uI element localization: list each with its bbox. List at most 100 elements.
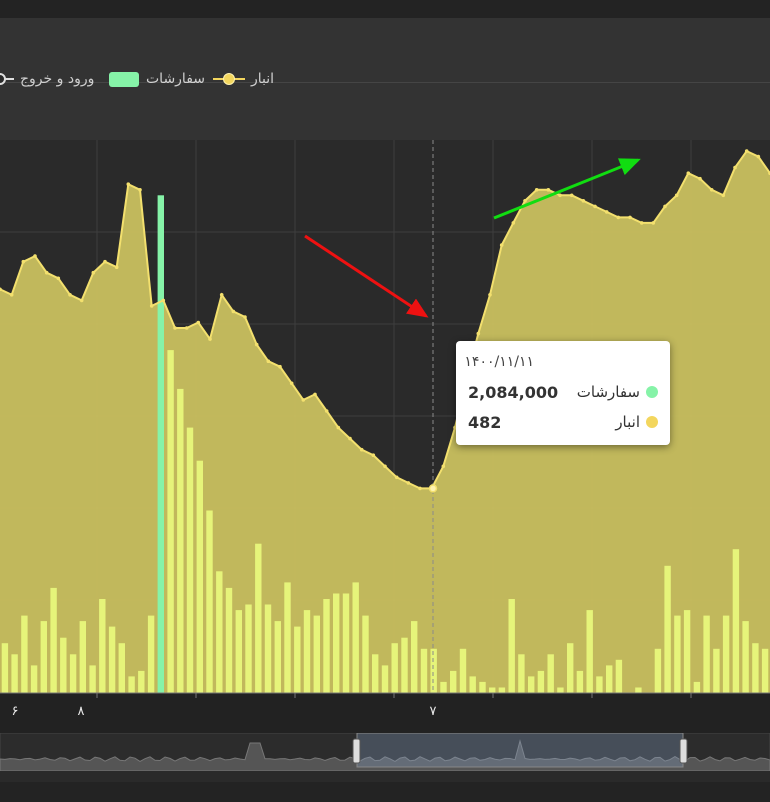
bar-orders-23 (225, 587, 233, 693)
bar-orders-70 (683, 610, 691, 694)
point-anbar-13 (149, 304, 154, 308)
bar-orders-11 (108, 626, 116, 693)
point-anbar-51 (593, 204, 597, 209)
point-anbar-8 (91, 270, 96, 275)
point-anbar-12 (138, 188, 142, 192)
navigator-left-handle[interactable] (352, 738, 361, 764)
bar-orders-68 (664, 565, 671, 693)
point-anbar-44 (511, 221, 516, 225)
bar-orders-46 (450, 670, 457, 693)
legend-item-orders[interactable]: سفارشات (109, 66, 205, 92)
point-anbar-7 (79, 298, 84, 303)
x-tick-label-0: ۶ (12, 704, 19, 719)
point-anbar-55 (639, 221, 644, 225)
tooltip-anbar-name: انبار (615, 413, 640, 431)
bar-orders-62 (606, 665, 613, 693)
point-anbar-28 (324, 409, 329, 413)
point-anbar-9 (103, 259, 107, 264)
point-anbar-49 (569, 193, 574, 198)
bar-orders-40 (391, 643, 398, 693)
bar-orders-9 (89, 665, 96, 693)
point-anbar-10 (114, 265, 119, 269)
point-anbar-43 (499, 243, 504, 247)
point-anbar-16 (184, 326, 189, 330)
point-anbar-23 (266, 359, 271, 363)
x-axis-band (0, 693, 770, 733)
tooltip-anbar-dot (646, 416, 658, 428)
bar-orders-69 (674, 615, 681, 693)
bar-orders-34 (333, 593, 340, 693)
legend-inout-label: ورود و خروج (20, 71, 95, 87)
point-anbar-56 (651, 221, 656, 225)
legend-orders-symbol (109, 71, 139, 87)
point-anbar-30 (348, 436, 352, 441)
point-anbar-2 (21, 259, 26, 264)
tooltip-date: ۱۴۰۰/۱۱/۱۱ (464, 354, 534, 370)
point-anbar-35 (406, 481, 411, 485)
point-anbar-20 (231, 309, 236, 314)
bar-orders-4 (40, 621, 47, 693)
point-anbar-5 (56, 276, 61, 281)
tooltip-orders-value: 2,084,000 (468, 382, 559, 402)
bar-orders-63 (615, 659, 623, 693)
legend-anbar-label: انبار (251, 71, 275, 87)
bar-orders-52 (508, 599, 515, 693)
bar-orders-13 (128, 676, 135, 693)
bar-orders-43 (420, 648, 428, 693)
point-anbar-53 (616, 215, 621, 220)
bottom-bar (0, 782, 770, 802)
bar-orders-74 (722, 615, 730, 693)
x-tick-label-1: ۸ (78, 704, 85, 719)
point-anbar-47 (546, 188, 551, 192)
bar-orders-61 (596, 676, 603, 693)
tooltip-row-orders: 2,084,000 سفارشات (468, 381, 658, 403)
bar-orders-44 (430, 648, 437, 693)
bar-orders-14 (138, 670, 145, 693)
tooltip-row-anbar: 482 انبار (468, 411, 658, 433)
point-anbar-50 (581, 199, 586, 203)
point-anbar-63 (733, 165, 737, 170)
point-anbar-48 (558, 193, 562, 198)
point-anbar-46 (534, 188, 539, 192)
tooltip-orders-dot (646, 386, 658, 398)
navigator-right-handle[interactable] (679, 738, 688, 764)
navigator-window[interactable] (356, 733, 684, 768)
bar-orders-36 (352, 582, 359, 693)
bar-orders-28 (274, 621, 281, 693)
bar-orders-73 (713, 648, 720, 693)
point-anbar-54 (628, 215, 632, 220)
legend-item-inout[interactable]: ورود و خروج (0, 66, 94, 92)
bar-orders-10 (99, 599, 106, 693)
bar-orders-76 (742, 621, 749, 693)
point-anbar-6 (68, 293, 72, 297)
bar-orders-17 (167, 350, 174, 693)
bar-orders-50 (489, 687, 496, 693)
bar-orders-5 (50, 587, 57, 693)
point-anbar-3 (33, 254, 37, 258)
bar-orders-16 (157, 195, 164, 694)
legend-item-anbar[interactable]: انبار (213, 66, 274, 92)
bar-orders-0 (1, 643, 9, 693)
bar-orders-48 (469, 676, 476, 693)
bar-orders-12 (118, 643, 125, 693)
point-anbar-45 (523, 199, 527, 203)
bar-orders-35 (342, 593, 350, 693)
bar-orders-24 (235, 610, 242, 694)
bar-orders-2 (21, 615, 28, 693)
bar-orders-60 (586, 610, 593, 694)
bar-orders-38 (372, 654, 379, 693)
bar-orders-21 (206, 510, 213, 693)
range-navigator[interactable] (0, 733, 770, 771)
bar-orders-15 (147, 615, 155, 693)
bar-orders-20 (196, 460, 203, 693)
legend-orders-label: سفارشات (146, 71, 206, 87)
bar-orders-3 (30, 665, 38, 693)
bar-orders-39 (381, 665, 389, 693)
chart-legend: انبار سفارشات ورود و خروج (0, 66, 290, 92)
point-anbar-19 (219, 293, 224, 297)
bar-orders-51 (498, 687, 506, 693)
bar-orders-37 (362, 615, 369, 693)
bar-orders-45 (440, 681, 447, 693)
point-anbar-57 (663, 204, 667, 209)
bar-orders-54 (528, 676, 535, 693)
